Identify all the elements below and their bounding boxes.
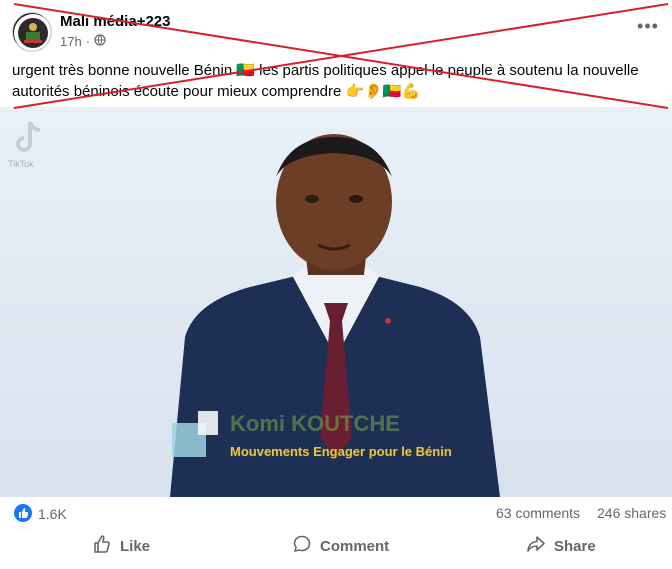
globe-icon [94,34,106,49]
post-meta: 17h · [60,34,106,49]
video-player[interactable]: TikTok Komi KOUTCHE Mouvements Engager p… [0,107,672,497]
more-options-icon[interactable]: ••• [636,17,660,38]
thumbs-up-icon [92,534,112,558]
post-stats: 1.6K 63 comments 246 shares [0,500,672,528]
lower-third-accent-light [198,411,218,435]
post-time[interactable]: 17h [60,34,82,49]
like-label: Like [120,537,151,555]
share-button[interactable]: Share [526,534,596,558]
comment-button[interactable]: Comment [292,534,389,558]
share-label: Share [554,537,596,555]
meta-separator: · [85,34,91,49]
post-text: urgent très bonne nouvelle Bénin 🇧🇯 les … [12,62,639,100]
speaker-name: Komi KOUTCHE [230,411,400,436]
post-header: Mali média+223 17h · ••• [0,0,672,56]
reaction-count[interactable]: 1.6K [38,506,67,522]
lower-third: Komi KOUTCHE Mouvements Engager pour le … [172,411,492,467]
share-arrow-icon [526,534,546,558]
shares-count[interactable]: 246 shares [597,505,666,521]
comment-label: Comment [320,537,390,555]
comments-count[interactable]: 63 comments [496,505,580,521]
like-button[interactable]: Like [92,534,150,558]
author-avatar[interactable] [12,12,52,52]
post-actions: Like Comment Share [0,528,672,564]
like-reaction-icon[interactable] [14,504,32,522]
speaker-affiliation: Mouvements Engager pour le Bénin [230,444,452,459]
comment-bubble-icon [292,534,312,558]
author-name[interactable]: Mali média+223 [60,13,170,30]
